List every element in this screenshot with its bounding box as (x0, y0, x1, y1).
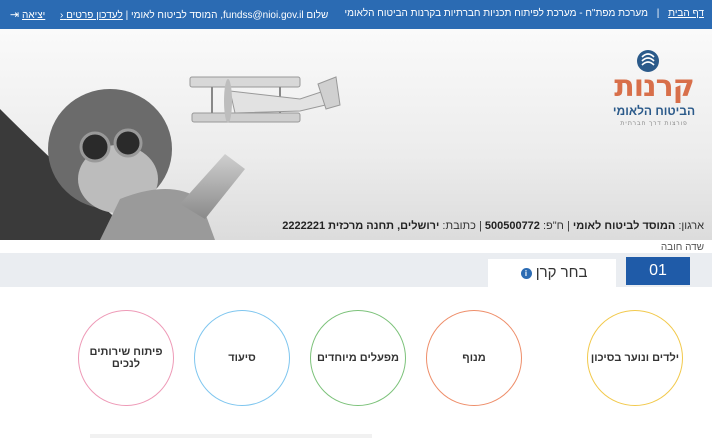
profile-link-label: לעדכון פרטים (66, 10, 123, 21)
step-bar: 01 בחר קרן i (0, 253, 712, 287)
separator: | (566, 220, 570, 232)
fund-label: מנוף (462, 352, 486, 364)
logo-title: קרנות (614, 69, 695, 104)
child-arm (180, 154, 245, 219)
fund-label: מפעלים מיוחדים (316, 352, 400, 364)
address-label: כתובת: (442, 220, 476, 232)
fund-circle-disability-services[interactable]: פיתוח שירותים לנכים (78, 310, 174, 406)
step-number: 01 (626, 257, 690, 285)
step-title-box: בחר קרן i (488, 259, 616, 287)
exit-icon[interactable]: ⇥ (10, 8, 19, 21)
plane-body (229, 88, 335, 114)
logo-subtitle: הביטוח הלאומי (612, 104, 696, 118)
plane-top-wing (189, 76, 301, 88)
info-icon[interactable]: i (520, 267, 532, 279)
home-link[interactable]: דף הבית (668, 8, 704, 19)
profile-link[interactable]: לעדכון פרטים ‹ (60, 10, 123, 21)
org-details: ארגון: המוסד לביטוח לאומי | ח"פ: 5005007… (282, 220, 704, 232)
fund-label: פיתוח שירותים לנכים (89, 346, 163, 370)
fund-circle-nursing[interactable]: סיעוד (194, 310, 290, 406)
fund-label: סיעוד (228, 352, 256, 364)
id-label: ח"פ: (542, 220, 564, 232)
system-name: מערכת מפת"ח - מערכת לפיתוח תכניות חברתיו… (344, 8, 648, 19)
separator: | (656, 8, 660, 19)
top-bar: דף הבית | מערכת מפת"ח - מערכת לפיתוח תכנ… (0, 0, 712, 29)
logout-link[interactable]: יציאה (22, 10, 45, 21)
separator: | (478, 220, 482, 232)
org-name: המוסד לביטוח לאומי (572, 220, 676, 232)
divider (90, 434, 372, 438)
fund-label: ילדים ונוער בסיכון (590, 352, 680, 364)
top-bar-left: שלום fundss@nioi.gov.il, המוסד לביטוח לא… (8, 8, 328, 21)
required-note: שדה חובה (660, 242, 704, 253)
plane-propeller (224, 79, 232, 123)
top-bar-right: דף הבית | מערכת מפת"ח - מערכת לפיתוח תכנ… (345, 8, 704, 19)
step-title: בחר קרן (535, 264, 588, 281)
fund-circle-special-projects[interactable]: מפעלים מיוחדים (310, 310, 406, 406)
fund-selector: ילדים ונוער בסיכון מנוף מפעלים מיוחדים ס… (0, 310, 712, 410)
user-greeting: שלום fundss@nioi.gov.il, המוסד לביטוח לא… (125, 10, 329, 21)
fund-circle-youth-at-risk[interactable]: ילדים ונוער בסיכון (587, 310, 683, 406)
chevron-left-icon: ‹ (60, 10, 64, 21)
org-label: ארגון: (678, 220, 704, 232)
goggle-left (79, 131, 111, 163)
hero-banner: קרנות הביטוח הלאומי פורצות דרך חברתית אר… (0, 29, 712, 240)
address-value: ירושלים, תחנה מרכזית 2222221 (282, 220, 440, 232)
fund-circle-manof[interactable]: מנוף (426, 310, 522, 406)
plane-lower-wing (191, 112, 301, 123)
goggle-right (113, 128, 143, 158)
logo-tagline: פורצות דרך חברתית (620, 121, 688, 127)
id-value: 500500772 (484, 220, 540, 232)
